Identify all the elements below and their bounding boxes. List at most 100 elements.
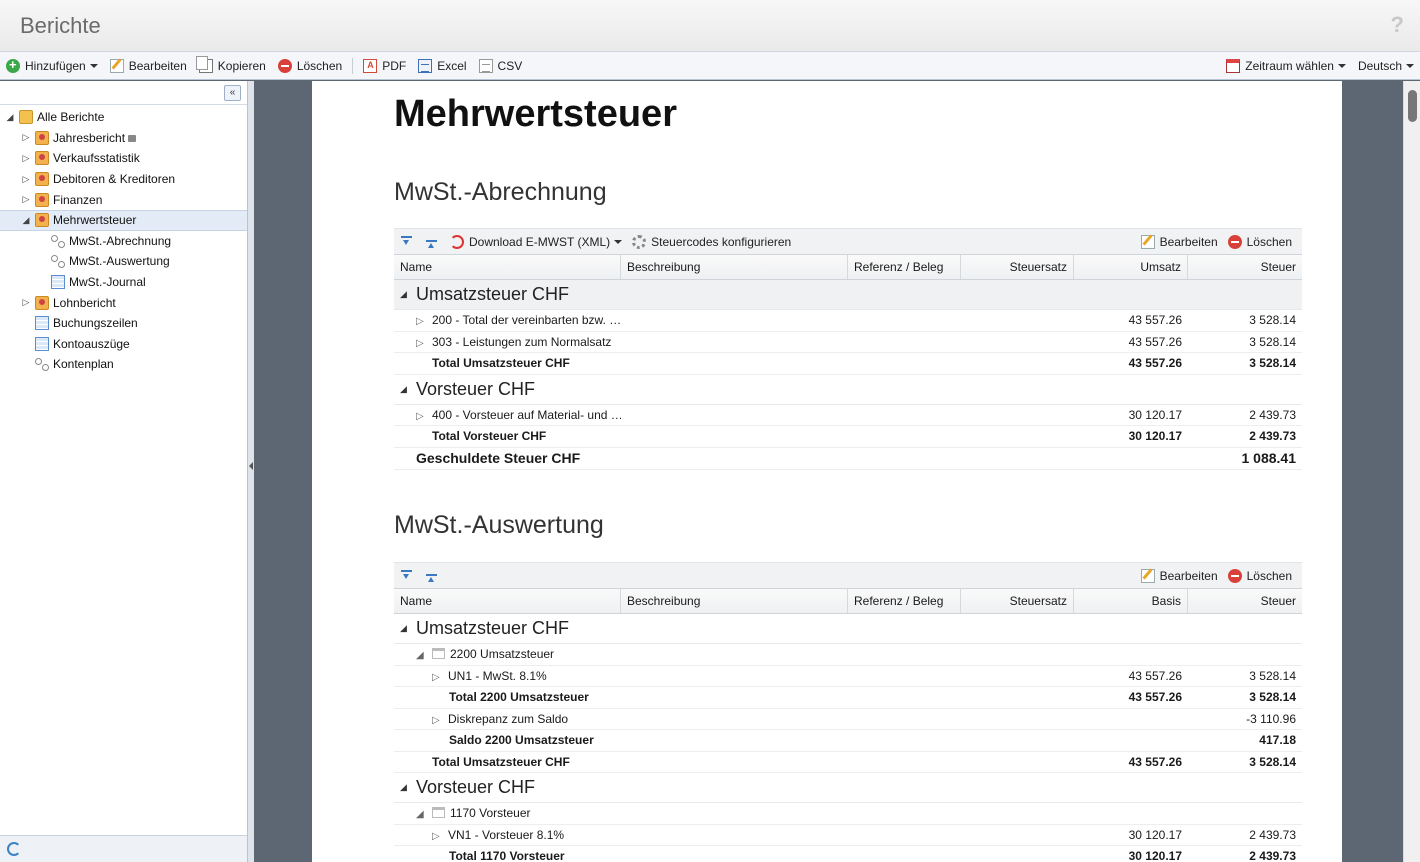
tree-label: MwSt.-Abrechnung bbox=[69, 233, 172, 248]
edit-label: Bearbeiten bbox=[1159, 234, 1218, 249]
help-icon[interactable]: ? bbox=[1391, 12, 1404, 38]
refresh-icon[interactable] bbox=[7, 842, 21, 856]
report-delete-button[interactable]: Löschen bbox=[1227, 568, 1292, 583]
saldo-row: Saldo 2200 Umsatzsteuer 417.18 bbox=[394, 730, 1302, 752]
tree-item-mehrwertsteuer[interactable]: ◢ Mehrwertsteuer bbox=[0, 209, 247, 231]
excel-button[interactable]: Excel bbox=[412, 55, 472, 77]
table-row[interactable]: ▷ VN1 - Vorsteuer 8.1% 30 120.17 2 439.73 bbox=[394, 825, 1302, 846]
col-header-rate[interactable]: Steuersatz bbox=[961, 255, 1074, 279]
col-header-name[interactable]: Name bbox=[394, 589, 621, 613]
report-icon bbox=[35, 130, 49, 145]
row-name: Total Vorsteuer CHF bbox=[432, 429, 547, 444]
row-name: Diskrepanz zum Saldo bbox=[448, 711, 569, 726]
delete-icon bbox=[1227, 234, 1242, 249]
col-header-description[interactable]: Beschreibung bbox=[621, 589, 848, 613]
col-header-rate[interactable]: Steuersatz bbox=[961, 589, 1074, 613]
col-header-tax[interactable]: Steuer bbox=[1188, 255, 1302, 279]
tree-item-finanzen[interactable]: ▷ Finanzen bbox=[0, 189, 247, 210]
gear-icon bbox=[632, 234, 647, 249]
row-tax: -3 110.96 bbox=[1246, 711, 1296, 726]
group-header[interactable]: ◢ Vorsteuer CHF bbox=[394, 375, 1302, 405]
row-name: 2200 Umsatzsteuer bbox=[450, 647, 555, 662]
vat-statement-table: Download E-MWST (XML) Steuercodes konfig… bbox=[394, 228, 1302, 470]
row-amount: 30 120.17 bbox=[1128, 407, 1182, 422]
col-header-reference[interactable]: Referenz / Beleg bbox=[848, 589, 961, 613]
configure-taxcodes-button[interactable]: Steuercodes konfigurieren bbox=[632, 234, 791, 249]
group-header[interactable]: ◢ Umsatzsteuer CHF bbox=[394, 614, 1302, 644]
row-tax: 2 439.73 bbox=[1249, 849, 1296, 862]
expand-all-icon[interactable] bbox=[400, 235, 413, 248]
csv-button[interactable]: CSV bbox=[473, 55, 529, 77]
report-delete-button[interactable]: Löschen bbox=[1227, 234, 1292, 249]
account-row[interactable]: ◢ 2200 Umsatzsteuer bbox=[394, 644, 1302, 666]
collapsed-arrow-icon: ▷ bbox=[432, 671, 440, 683]
col-header-description[interactable]: Beschreibung bbox=[621, 255, 848, 279]
total-row: Total Umsatzsteuer CHF 43 557.26 3 528.1… bbox=[394, 353, 1302, 375]
splitter-arrow-icon[interactable] bbox=[249, 462, 253, 470]
tree-item-buchungszeilen[interactable]: Buchungszeilen bbox=[0, 313, 247, 334]
group-header[interactable]: ◢ Umsatzsteuer CHF bbox=[394, 280, 1302, 310]
download-label: Download E-MWST (XML) bbox=[469, 234, 611, 249]
group-label: Vorsteuer CHF bbox=[416, 378, 536, 399]
row-name: Total Umsatzsteuer CHF bbox=[432, 356, 570, 371]
tree-item-mwst-abrechnung[interactable]: MwSt.-Abrechnung bbox=[0, 231, 247, 252]
edit-button[interactable]: Bearbeiten bbox=[104, 55, 193, 77]
download-emwst-button[interactable]: Download E-MWST (XML) bbox=[450, 234, 623, 249]
pdf-icon bbox=[363, 58, 378, 73]
tree-item-kontenplan[interactable]: Kontenplan bbox=[0, 354, 247, 375]
col-header-reference[interactable]: Referenz / Beleg bbox=[848, 255, 961, 279]
col-header-amount[interactable]: Umsatz bbox=[1074, 255, 1188, 279]
toolbar-separator bbox=[352, 57, 354, 74]
report-viewer: Mehrwertsteuer MwSt.-Abrechnung Download… bbox=[254, 81, 1420, 862]
tree-item-mwst-journal[interactable]: MwSt.-Journal bbox=[0, 272, 247, 293]
collapsed-arrow-icon: ▷ bbox=[22, 132, 30, 143]
tree-item-debitoren-kreditoren[interactable]: ▷ Debitoren & Kreditoren bbox=[0, 169, 247, 190]
table-row[interactable]: ▷ 303 - Leistungen zum Normalsatz 43 557.… bbox=[394, 332, 1302, 353]
vertical-scrollbar[interactable] bbox=[1403, 81, 1420, 862]
col-header-basis[interactable]: Basis bbox=[1074, 589, 1188, 613]
total-row: Total 2200 Umsatzsteuer 43 557.26 3 528.… bbox=[394, 687, 1302, 709]
report-edit-button[interactable]: Bearbeiten bbox=[1140, 234, 1218, 249]
table-row[interactable]: ▷ 400 - Vorsteuer auf Material- und … 30 … bbox=[394, 405, 1302, 426]
folder-icon bbox=[19, 110, 33, 125]
tree-item-jahresbericht[interactable]: ▷ Jahresbericht bbox=[0, 128, 247, 149]
collapse-all-icon[interactable] bbox=[425, 235, 438, 248]
tree-root-all-reports[interactable]: ◢ Alle Berichte bbox=[0, 107, 247, 128]
edit-label: Bearbeiten bbox=[128, 58, 187, 73]
expanded-arrow-icon: ◢ bbox=[416, 809, 424, 821]
row-name: VN1 - Vorsteuer 8.1% bbox=[448, 827, 565, 842]
add-button[interactable]: Hinzufügen bbox=[0, 55, 104, 77]
table-header: Name Beschreibung Referenz / Beleg Steue… bbox=[394, 254, 1302, 280]
section-title-abrechnung: MwSt.-Abrechnung bbox=[394, 178, 607, 206]
sidebar-footer bbox=[0, 835, 247, 862]
table-row[interactable]: ▷ Diskrepanz zum Saldo -3 110.96 bbox=[394, 709, 1302, 730]
expand-all-icon[interactable] bbox=[400, 569, 413, 582]
pdf-button[interactable]: PDF bbox=[357, 55, 412, 77]
tree-item-lohnbericht[interactable]: ▷ Lohnbericht bbox=[0, 292, 247, 313]
col-header-tax[interactable]: Steuer bbox=[1188, 589, 1302, 613]
collapsed-arrow-icon: ▷ bbox=[22, 297, 30, 308]
tree-item-mwst-auswertung[interactable]: MwSt.-Auswertung bbox=[0, 251, 247, 272]
group-header[interactable]: ◢ Vorsteuer CHF bbox=[394, 773, 1302, 803]
window-title: Berichte bbox=[20, 13, 101, 38]
period-select-button[interactable]: Zeitraum wählen bbox=[1220, 55, 1352, 77]
col-header-name[interactable]: Name bbox=[394, 255, 621, 279]
row-tax: 3 528.14 bbox=[1249, 668, 1296, 683]
scrollbar-thumb[interactable] bbox=[1408, 90, 1417, 122]
table-row[interactable]: ▷ 200 - Total der vereinbarten bzw. … 43 … bbox=[394, 310, 1302, 332]
tree-item-verkaufsstatistik[interactable]: ▷ Verkaufsstatistik bbox=[0, 148, 247, 169]
report-edit-button[interactable]: Bearbeiten bbox=[1140, 568, 1218, 583]
row-name: 200 - Total der vereinbarten bzw. … bbox=[432, 313, 621, 328]
tree-label: Jahresbericht bbox=[53, 130, 126, 145]
table-row[interactable]: ▷ UN1 - MwSt. 8.1% 43 557.26 3 528.14 bbox=[394, 666, 1302, 687]
tree-item-kontoauszuege[interactable]: Kontoauszüge bbox=[0, 334, 247, 355]
delete-button[interactable]: Löschen bbox=[272, 55, 348, 77]
hierarchy-icon bbox=[51, 254, 65, 269]
emwst-icon bbox=[450, 234, 464, 249]
account-row[interactable]: ◢ 1170 Vorsteuer bbox=[394, 803, 1302, 825]
language-select[interactable]: Deutsch bbox=[1352, 55, 1420, 77]
collapse-sidebar-button[interactable]: « bbox=[224, 85, 241, 101]
copy-button[interactable]: Kopieren bbox=[193, 55, 272, 77]
collapse-all-icon[interactable] bbox=[425, 569, 438, 582]
bank-icon bbox=[432, 648, 445, 660]
